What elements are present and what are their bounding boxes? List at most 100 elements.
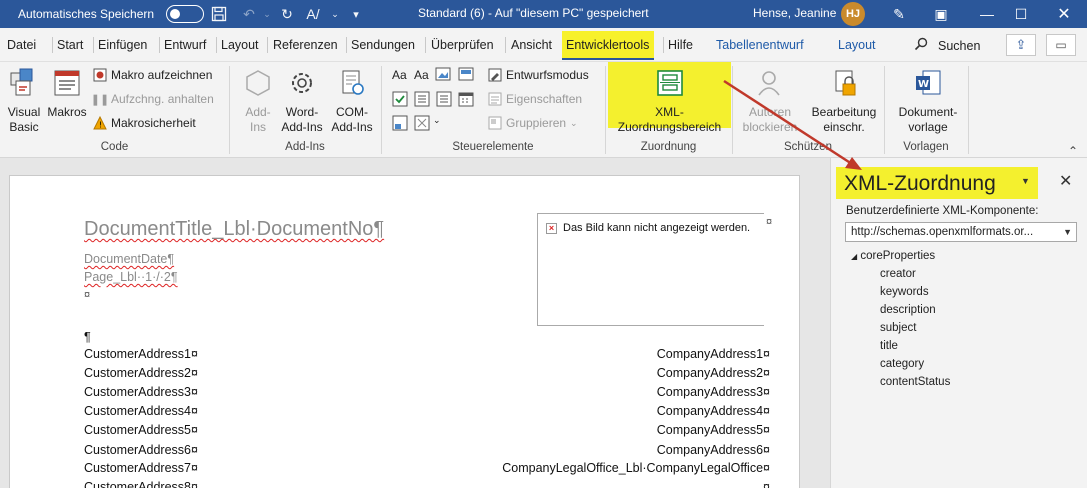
company-address-line[interactable]: CompanyAddress6¤	[657, 443, 770, 457]
group-separator	[968, 66, 969, 154]
tab-layout[interactable]: Layout	[221, 38, 259, 52]
tree-item[interactable]: contentStatus	[880, 376, 950, 388]
maximize-icon[interactable]: ☐	[1010, 3, 1032, 25]
save-icon[interactable]	[208, 3, 230, 25]
company-address-line[interactable]: CompanyAddress2¤	[657, 366, 770, 380]
document-template-button[interactable]: W Dokument- vorlage	[893, 66, 963, 135]
close-pane-icon[interactable]: ✕	[1059, 171, 1072, 191]
document-template-label-2: vorlage	[908, 120, 948, 134]
tab-separator	[216, 37, 217, 53]
user-name[interactable]: Hense, Jeanine	[753, 6, 836, 20]
tab-hilfe[interactable]: Hilfe	[668, 38, 693, 52]
customer-address-line[interactable]: CustomerAddress1¤	[84, 347, 198, 361]
repeating-section-control-icon[interactable]	[392, 115, 408, 134]
tree-item[interactable]: keywords	[880, 286, 929, 298]
share-button[interactable]: ⇪	[1006, 34, 1036, 56]
legacy-tools-dropdown-icon[interactable]: ⌄	[433, 115, 441, 126]
tab-entwurf[interactable]: Entwurf	[164, 38, 206, 52]
tab-entwicklertools[interactable]: Entwicklertools	[562, 31, 655, 60]
custom-xml-part-select[interactable]: http://schemas.openxmlformats.or... ▼	[845, 222, 1077, 242]
checkbox-control-icon[interactable]	[392, 91, 408, 110]
minimize-icon[interactable]: —	[976, 3, 998, 25]
company-address-line[interactable]: ¤	[763, 480, 770, 488]
customer-address-line[interactable]: CustomerAddress7¤	[84, 461, 198, 475]
block-authors-label-2: blockieren	[742, 120, 798, 134]
search-icon	[914, 37, 928, 54]
company-address-line[interactable]: CompanyAddress5¤	[657, 423, 770, 437]
tab-table-layout[interactable]: Layout	[838, 38, 876, 52]
search-box[interactable]: Suchen	[914, 37, 980, 54]
tree-item[interactable]: category	[880, 358, 924, 370]
tree-node-root[interactable]: ◢ coreProperties	[851, 250, 935, 262]
document-page[interactable]: DocumentTitle_Lbl·DocumentNo¶ DocumentDa…	[9, 175, 800, 488]
group-button[interactable]: Gruppieren ⌄	[488, 116, 578, 130]
tab-ueberpruefen[interactable]: Überprüfen	[431, 38, 494, 52]
tree-item[interactable]: subject	[880, 322, 916, 334]
tab-start[interactable]: Start	[57, 38, 83, 52]
document-title-field[interactable]: DocumentTitle_Lbl·DocumentNo¶	[84, 218, 384, 241]
title-bar: Automatisches Speichern ↶ ⌄ ↻ A/ ⌄ ▾ Sta…	[0, 0, 1087, 28]
customer-address-line[interactable]: CustomerAddress5¤	[84, 423, 198, 437]
customer-address-line[interactable]: CustomerAddress2¤	[84, 366, 198, 380]
document-template-label-1: Dokument-	[898, 105, 958, 119]
plain-text-control-icon[interactable]: Aa	[414, 68, 429, 82]
logo-image-placeholder[interactable]: × Das Bild kann nicht angezeigt werden.	[537, 213, 764, 326]
tab-tabellenentwurf[interactable]: Tabellenentwurf	[716, 38, 804, 52]
spelling-dropdown-icon[interactable]: ⌄	[324, 3, 346, 25]
close-window-icon[interactable]: ✕	[1053, 3, 1075, 25]
user-avatar[interactable]: HJ	[841, 2, 865, 26]
company-address-line[interactable]: CompanyAddress1¤	[657, 347, 770, 361]
tree-item[interactable]: creator	[880, 268, 916, 280]
properties-button[interactable]: Eigenschaften	[488, 92, 582, 106]
record-macro-button[interactable]: Makro aufzeichnen	[93, 68, 212, 82]
addins-button[interactable]: Add- Ins	[238, 66, 278, 135]
collapse-triangle-icon[interactable]: ◢	[851, 252, 857, 261]
word-addins-button[interactable]: Word- Add-Ins	[279, 66, 325, 135]
customer-address-line[interactable]: CustomerAddress6¤	[84, 443, 198, 457]
pen-icon[interactable]: ✎	[888, 3, 910, 25]
tree-item[interactable]: title	[880, 340, 898, 352]
date-picker-control-icon[interactable]	[458, 91, 474, 110]
tab-sendungen[interactable]: Sendungen	[351, 38, 415, 52]
macro-security-button[interactable]: ! Makrosicherheit	[93, 116, 196, 130]
legacy-tools-icon[interactable]	[414, 115, 430, 134]
pane-options-dropdown-icon[interactable]: ▼	[1021, 176, 1030, 186]
pause-icon: ❚❚	[90, 93, 110, 106]
ribbon-display-options-icon[interactable]: ▣	[930, 3, 952, 25]
customer-address-line[interactable]: CustomerAddress4¤	[84, 404, 198, 418]
rich-text-control-icon[interactable]: Aa	[392, 68, 407, 82]
tab-ansicht[interactable]: Ansicht	[511, 38, 552, 52]
undo-dropdown-icon[interactable]: ⌄	[256, 3, 278, 25]
macros-button[interactable]: Makros	[45, 66, 89, 120]
building-block-control-icon[interactable]	[458, 67, 474, 84]
tab-referenzen[interactable]: Referenzen	[273, 38, 338, 52]
document-date-field[interactable]: DocumentDate¶	[84, 252, 174, 266]
block-authors-button[interactable]: Autoren blockieren	[738, 66, 802, 135]
tab-datei[interactable]: Datei	[7, 38, 36, 52]
com-addins-button[interactable]: COM- Add-Ins	[329, 66, 375, 135]
group-label-code: Code	[100, 141, 129, 153]
company-address-line[interactable]: CompanyAddress3¤	[657, 385, 770, 399]
pause-recording-button[interactable]: ❚❚ Aufzchng. anhalten	[90, 92, 214, 106]
spelling-check-icon[interactable]: A/	[302, 3, 324, 25]
comments-button[interactable]: ▭	[1046, 34, 1076, 56]
tab-einfuegen[interactable]: Einfügen	[98, 38, 147, 52]
ribbon-tabs: Datei Start Einfügen Entwurf Layout Refe…	[0, 28, 1087, 62]
combo-box-control-icon[interactable]	[414, 91, 430, 110]
company-address-line[interactable]: CompanyAddress4¤	[657, 404, 770, 418]
visual-basic-button[interactable]: Visual Basic	[4, 66, 44, 135]
company-legal-office-line[interactable]: CompanyLegalOffice_Lbl·CompanyLegalOffic…	[502, 461, 770, 475]
page-number-field[interactable]: Page_Lbl··1·/·2¶	[84, 270, 178, 284]
redo-icon[interactable]: ↻	[276, 3, 298, 25]
customize-toolbar-icon[interactable]: ▾	[345, 3, 367, 25]
picture-control-icon[interactable]	[435, 67, 451, 84]
autosave-toggle[interactable]	[166, 5, 205, 23]
collapse-ribbon-icon[interactable]: ⌃	[1068, 144, 1078, 158]
customer-address-line[interactable]: CustomerAddress8¤	[84, 480, 198, 488]
customer-address-line[interactable]: CustomerAddress3¤	[84, 385, 198, 399]
dropdown-list-control-icon[interactable]	[436, 91, 452, 110]
restrict-editing-button[interactable]: Bearbeitung einschr.	[808, 66, 880, 135]
tree-item[interactable]: description	[880, 304, 936, 316]
design-mode-button[interactable]: Entwurfsmodus	[488, 68, 589, 82]
xml-mapping-pane-button[interactable]: XML- Zuordnungsbereich	[611, 66, 728, 135]
